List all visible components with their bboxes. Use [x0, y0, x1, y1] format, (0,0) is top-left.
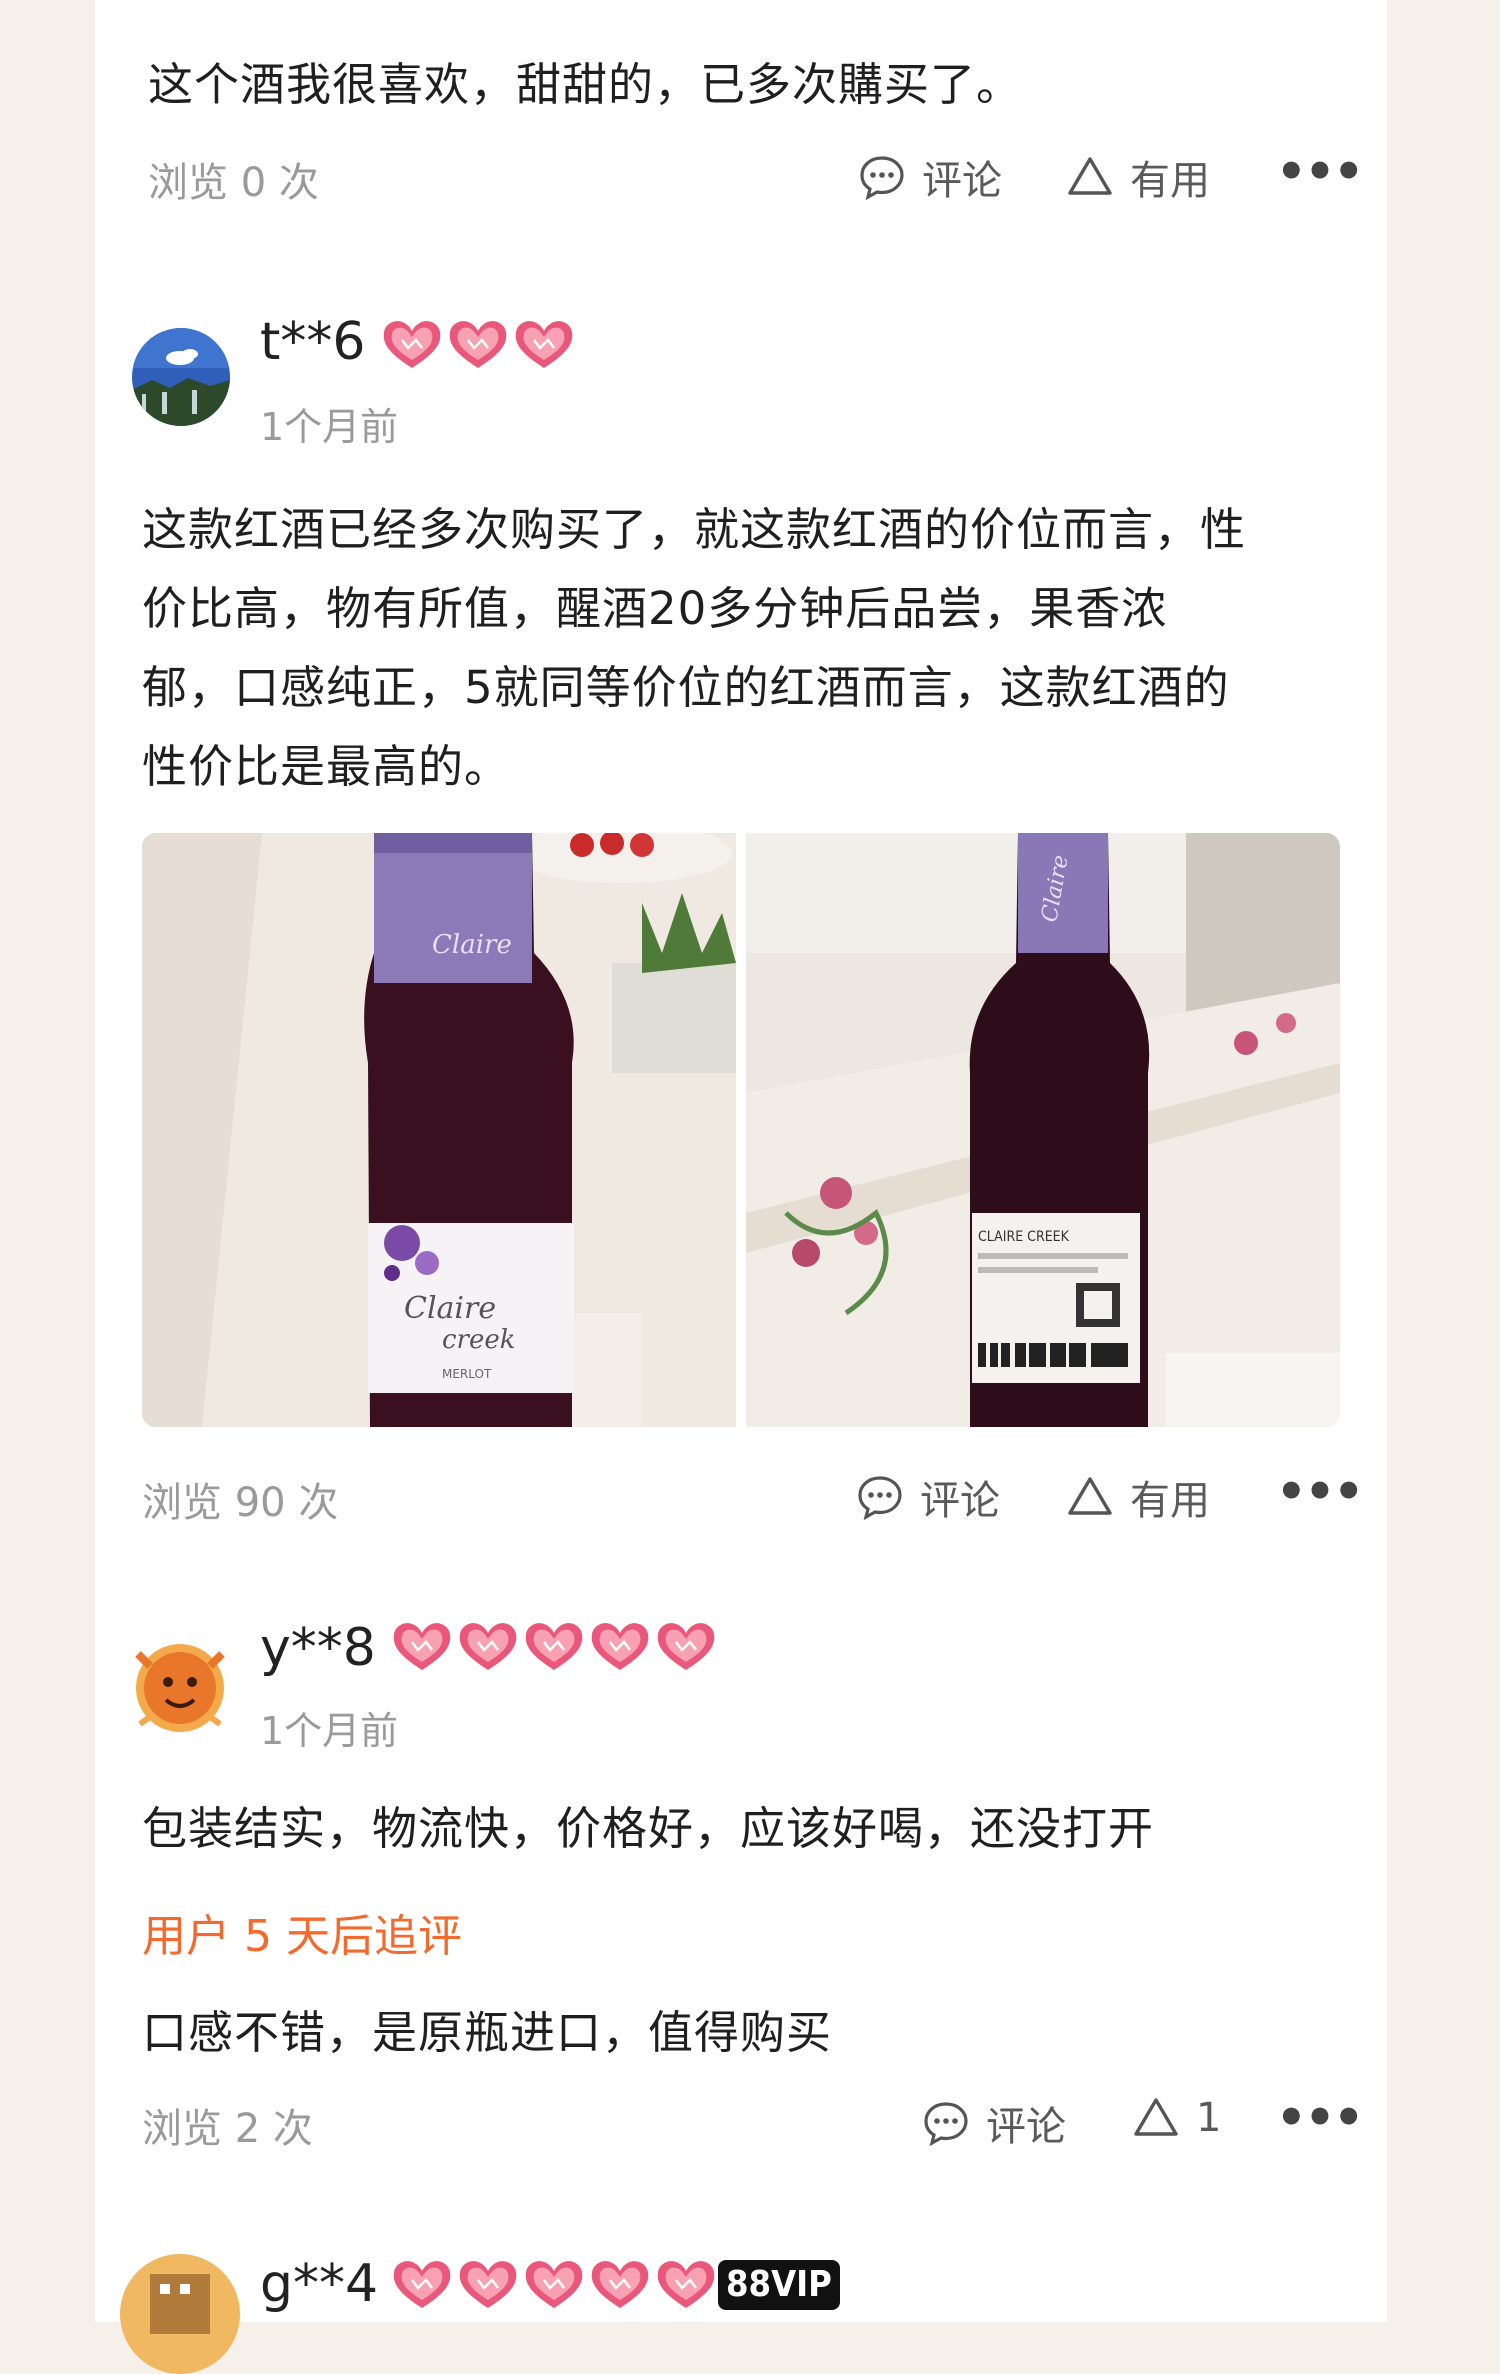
view-count: 浏览 0 次	[148, 160, 319, 206]
useful-triangle-icon	[1066, 153, 1114, 201]
username: y**8	[260, 1618, 376, 1678]
svg-text:CLAIRE CREEK: CLAIRE CREEK	[978, 1229, 1070, 1245]
review-text: 这个酒我很喜欢，甜甜的，已多次購买了。	[148, 58, 1023, 111]
heart-icon	[654, 1618, 718, 1674]
review-time: 1个月前	[260, 1709, 399, 1753]
review-text-line: 郁，口感纯正，5就同等价位的红酒而言，这款红酒的	[142, 661, 1230, 714]
heart-icon	[512, 316, 576, 372]
heart-icon	[522, 2256, 586, 2312]
useful-button[interactable]: 有用	[1066, 1468, 1210, 1526]
vip-badge: 88VIP	[718, 2260, 840, 2310]
more-dots-icon[interactable]: •••	[1276, 144, 1364, 200]
review-photo-1[interactable]: Claire Claire creek MERLOT	[142, 833, 736, 1427]
svg-text:MERLOT: MERLOT	[442, 1367, 492, 1381]
comment-icon	[856, 1473, 904, 1521]
followup-text: 口感不错，是原瓶进口，值得购买	[142, 2006, 833, 2059]
useful-triangle-icon	[1066, 1473, 1114, 1521]
wine-bottle-back-image: Claire CLAIRE CREEK	[746, 833, 1340, 1427]
review-text-line: 性价比是最高的。	[142, 740, 511, 793]
review-text: 这款红酒已经多次购买了，就这款红酒的价位而言，性 价比高，物有所值，醒酒20多分…	[142, 490, 1246, 806]
comment-label: 评论	[986, 2104, 1066, 2150]
rating-hearts	[380, 316, 576, 372]
rating-hearts	[390, 1618, 718, 1674]
comment-button[interactable]: 评论	[856, 1468, 1000, 1526]
avatar[interactable]	[120, 2254, 240, 2374]
useful-label: 有用	[1130, 158, 1210, 204]
username: g**4	[260, 2254, 379, 2314]
avatar-image	[120, 2254, 240, 2374]
svg-text:Claire: Claire	[432, 930, 512, 960]
heart-icon	[456, 1618, 520, 1674]
useful-triangle-icon	[1132, 2094, 1180, 2142]
avatar-crab-image	[120, 1624, 240, 1744]
svg-text:Claire: Claire	[404, 1291, 496, 1326]
comment-icon	[858, 153, 906, 201]
avatar[interactable]	[120, 1624, 240, 1744]
useful-count: 1	[1196, 2095, 1222, 2141]
wine-bottle-front-image: Claire Claire creek MERLOT	[142, 833, 736, 1427]
heart-icon	[456, 2256, 520, 2312]
view-count: 浏览 2 次	[142, 2106, 313, 2152]
heart-icon	[654, 2256, 718, 2312]
heart-icon	[588, 1618, 652, 1674]
more-dots-icon[interactable]: •••	[1276, 2090, 1364, 2146]
more-dots-icon[interactable]: •••	[1276, 1464, 1364, 1520]
useful-label: 有用	[1130, 1478, 1210, 1524]
review-text-line: 这款红酒已经多次购买了，就这款红酒的价位而言，性	[142, 503, 1247, 556]
useful-button[interactable]: 1	[1132, 2094, 1221, 2142]
review-text-line: 价比高，物有所值，醒酒20多分钟后品尝，果香浓	[142, 582, 1168, 635]
heart-icon	[446, 316, 510, 372]
review-text: 包装结实，物流快，价格好，应该好喝，还没打开	[142, 1802, 1155, 1855]
comment-icon	[922, 2099, 970, 2147]
view-count: 浏览 90 次	[142, 1480, 339, 1526]
heart-icon	[390, 2256, 454, 2312]
username: t**6	[260, 312, 366, 372]
comment-label: 评论	[922, 158, 1002, 204]
followup-label: 用户 5 天后追评	[142, 1911, 462, 1962]
heart-icon	[588, 2256, 652, 2312]
comment-button[interactable]: 评论	[922, 2094, 1066, 2152]
rating-hearts	[390, 2256, 718, 2312]
review-photo-2[interactable]: Claire CLAIRE CREEK	[746, 833, 1340, 1427]
useful-button[interactable]: 有用	[1066, 148, 1210, 206]
heart-icon	[390, 1618, 454, 1674]
comment-label: 评论	[920, 1478, 1000, 1524]
avatar-sky-image	[132, 328, 230, 426]
avatar[interactable]	[132, 328, 230, 426]
comment-button[interactable]: 评论	[858, 148, 1002, 206]
heart-icon	[380, 316, 444, 372]
svg-text:creek: creek	[442, 1325, 516, 1355]
review-time: 1个月前	[260, 405, 399, 449]
heart-icon	[522, 1618, 586, 1674]
